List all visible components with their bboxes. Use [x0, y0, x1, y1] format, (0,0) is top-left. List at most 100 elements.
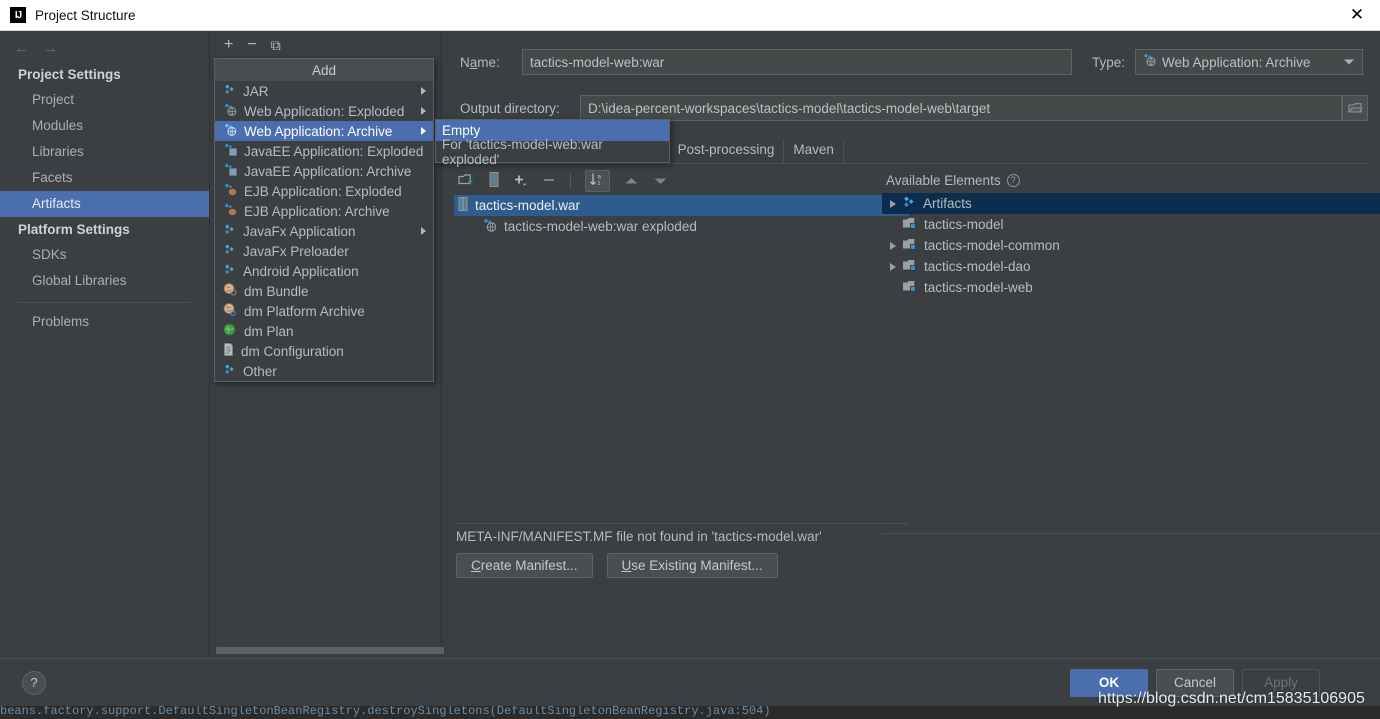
move-down-icon[interactable] [653, 174, 668, 189]
remove-artifact-icon[interactable]: − [247, 37, 256, 53]
add-artifact-popup-menu[interactable]: Add JAR Web Application: Exploded Web Ap… [214, 58, 434, 382]
dm-config-icon [223, 343, 234, 359]
menu-item-other[interactable]: Other [215, 361, 433, 381]
menu-item-label: dm Configuration [241, 343, 344, 359]
browse-folder-button[interactable] [1342, 95, 1368, 121]
javafx-preloader-icon [223, 244, 236, 259]
chevron-right-icon[interactable] [890, 262, 896, 271]
name-row: Name: Type: Web Application: Arc [460, 49, 1368, 75]
list-item[interactable]: tactics-model-dao [882, 256, 1380, 277]
sidebar-item-sdks[interactable]: SDKs [0, 242, 209, 268]
output-directory-input[interactable] [580, 95, 1342, 121]
menu-item-javafx-preloader[interactable]: JavaFx Preloader [215, 241, 433, 261]
web-exploded-icon [223, 103, 237, 119]
output-layout-toolbar: a z [454, 167, 904, 195]
intellij-logo-icon: IJ [10, 7, 26, 23]
chevron-right-icon[interactable] [890, 199, 896, 208]
tree-row[interactable]: tactics-model.war [454, 195, 909, 216]
menu-item-label: JavaEE Application: Archive [244, 163, 412, 179]
forward-arrow-icon[interactable]: → [43, 41, 58, 56]
list-item[interactable]: tactics-model-common [882, 235, 1380, 256]
svg-text:z: z [598, 180, 601, 187]
add-directory-icon[interactable] [458, 173, 475, 190]
output-layout-tree[interactable]: tactics-model.war tactics-model-web:war … [454, 195, 909, 498]
menu-item-ejb-application-exploded[interactable]: EJB Application: Exploded [215, 181, 433, 201]
close-icon[interactable]: ✕ [1334, 0, 1380, 31]
ejb-archive-icon [223, 203, 237, 219]
sidebar-item-project[interactable]: Project [0, 87, 209, 113]
menu-item-javafx-application[interactable]: JavaFx Application [215, 221, 433, 241]
dm-platform-icon [223, 303, 237, 319]
tab-post-processing[interactable]: Post-processing [669, 139, 785, 163]
menu-item-dm-bundle[interactable]: dm Bundle [215, 281, 433, 301]
menu-item-ejb-application-archive[interactable]: EJB Application: Archive [215, 201, 433, 221]
ejb-exploded-icon [223, 183, 237, 199]
create-manifest-button[interactable]: Create Manifest... [456, 553, 593, 578]
help-icon[interactable]: ? [1006, 173, 1020, 187]
watermark-text: https://blog.csdn.net/cm15835106905 [1098, 690, 1365, 707]
tab-maven[interactable]: Maven [784, 139, 844, 163]
scrollbar-thumb[interactable] [216, 647, 444, 654]
menu-item-label: Web Application: Exploded [244, 103, 405, 119]
sort-az-icon[interactable]: a z [585, 170, 610, 192]
back-arrow-icon[interactable]: ← [14, 41, 29, 56]
available-elements-title: Available Elements [886, 172, 1001, 188]
list-item[interactable]: tactics-model-web [882, 277, 1380, 298]
dialog-titlebar: IJ Project Structure ✕ [0, 0, 1380, 31]
sidebar-item-modules[interactable]: Modules [0, 113, 209, 139]
artifact-type-dropdown[interactable]: Web Application: Archive [1135, 49, 1364, 75]
tree-row-label: tactics-model.war [475, 198, 581, 213]
web-archive-submenu[interactable]: Empty For 'tactics-model-web:war explode… [435, 119, 670, 167]
project-structure-dialog: IJ Project Structure ✕ ← → Project Setti… [0, 0, 1380, 706]
help-icon[interactable]: ? [22, 670, 46, 695]
web-archive-icon [223, 123, 237, 139]
sidebar-item-artifacts[interactable]: Artifacts [0, 191, 209, 217]
menu-item-dm-platform-archive[interactable]: dm Platform Archive [215, 301, 433, 321]
add-artifact-icon[interactable]: + [224, 37, 233, 53]
sidebar-item-facets[interactable]: Facets [0, 165, 209, 191]
menu-item-android-application[interactable]: Android Application [215, 261, 433, 281]
submenu-arrow-icon [421, 227, 426, 235]
sidebar-item-libraries[interactable]: Libraries [0, 139, 209, 165]
menu-item-label: Web Application: Archive [244, 123, 393, 139]
menu-item-web-application-archive[interactable]: Web Application: Archive [215, 121, 433, 141]
menu-item-jar[interactable]: JAR [215, 81, 433, 101]
type-label: Type: [1092, 54, 1126, 70]
name-label: Name: [460, 54, 500, 70]
sidebar-item-global-libraries[interactable]: Global Libraries [0, 268, 209, 294]
add-archive-icon[interactable] [489, 172, 499, 190]
list-item-label: tactics-model [924, 217, 1004, 232]
list-item-label: tactics-model-common [924, 238, 1060, 253]
menu-item-web-application-exploded[interactable]: Web Application: Exploded [215, 101, 433, 121]
folder-icon [1347, 103, 1363, 113]
move-up-icon[interactable] [624, 174, 639, 189]
javaee-exploded-icon [223, 143, 237, 159]
tree-row[interactable]: tactics-model-web:war exploded [454, 216, 909, 237]
use-existing-manifest-button[interactable]: Use Existing Manifest... [606, 553, 778, 578]
menu-item-label: EJB Application: Archive [244, 203, 390, 219]
artifacts-horizontal-scrollbar[interactable] [216, 646, 444, 655]
menu-item-dm-configuration[interactable]: dm Configuration [215, 341, 433, 361]
list-item[interactable]: Artifacts [882, 193, 1380, 214]
menu-item-javaee-application-archive[interactable]: JavaEE Application: Archive [215, 161, 433, 181]
menu-item-dm-plan[interactable]: dm Plan [215, 321, 433, 341]
submenu-item-for-exploded[interactable]: For 'tactics-model-web:war exploded' [436, 137, 669, 167]
sidebar-item-problems[interactable]: Problems [0, 309, 209, 335]
copy-artifact-icon[interactable]: ⧉ [271, 37, 281, 53]
available-elements-pane: Available Elements ? Artifacts tactics-m… [882, 167, 1380, 640]
artifact-name-input[interactable] [522, 49, 1072, 75]
add-copy-icon[interactable] [513, 173, 528, 190]
menu-item-javaee-application-exploded[interactable]: JavaEE Application: Exploded [215, 141, 433, 161]
artifact-type-value: Web Application: Archive [1162, 54, 1311, 70]
chevron-right-icon[interactable] [890, 241, 896, 250]
menu-item-label: dm Platform Archive [244, 303, 365, 319]
artifacts-list-toolbar: + − ⧉ [210, 31, 441, 59]
chevron-down-icon[interactable] [1344, 59, 1355, 65]
menu-item-label: dm Plan [244, 323, 294, 339]
remove-icon[interactable] [542, 173, 556, 190]
nav-group-project-settings: Project Settings [18, 67, 121, 82]
list-item[interactable]: tactics-model [882, 214, 1380, 235]
list-item-label: Artifacts [923, 196, 972, 211]
dm-bundle-icon [223, 283, 237, 299]
submenu-arrow-icon [421, 127, 426, 135]
